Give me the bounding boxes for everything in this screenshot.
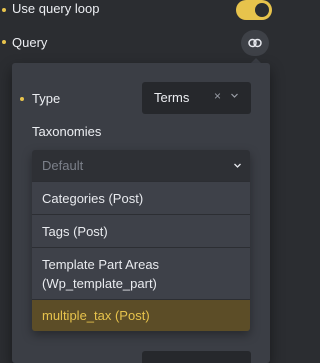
taxonomies-select[interactable]: Default: [32, 150, 250, 181]
type-select-value: Terms: [154, 90, 190, 105]
taxonomy-option-template-part-areas[interactable]: Template Part Areas (Wp_template_part): [32, 247, 250, 299]
chevron-down-icon[interactable]: [230, 91, 239, 100]
toggle-knob: [255, 3, 269, 17]
clear-icon[interactable]: ×: [214, 89, 221, 103]
modified-indicator-dot: [2, 40, 6, 44]
query-link-button[interactable]: [241, 30, 269, 56]
taxonomies-dropdown: Default Categories (Post) Tags (Post) Te…: [32, 150, 250, 331]
taxonomy-option-categories[interactable]: Categories (Post): [32, 181, 250, 214]
type-label: Type: [32, 91, 61, 106]
taxonomies-placeholder: Default: [42, 158, 84, 173]
use-query-loop-toggle[interactable]: [236, 0, 272, 20]
query-popover: Type Terms × Taxonomies Default Categori…: [12, 63, 270, 363]
chevron-down-icon: [234, 163, 241, 168]
taxonomies-label: Taxonomies: [32, 124, 102, 139]
query-label: Query: [12, 35, 48, 50]
type-select[interactable]: Terms ×: [142, 82, 251, 114]
modified-indicator-dot: [2, 8, 6, 12]
modified-indicator-dot: [20, 97, 24, 101]
link-icon: [248, 38, 262, 48]
use-query-loop-label: Use query loop: [12, 1, 100, 16]
taxonomy-option-multiple-tax[interactable]: multiple_tax (Post): [32, 299, 250, 331]
taxonomy-option-tags[interactable]: Tags (Post): [32, 214, 250, 247]
